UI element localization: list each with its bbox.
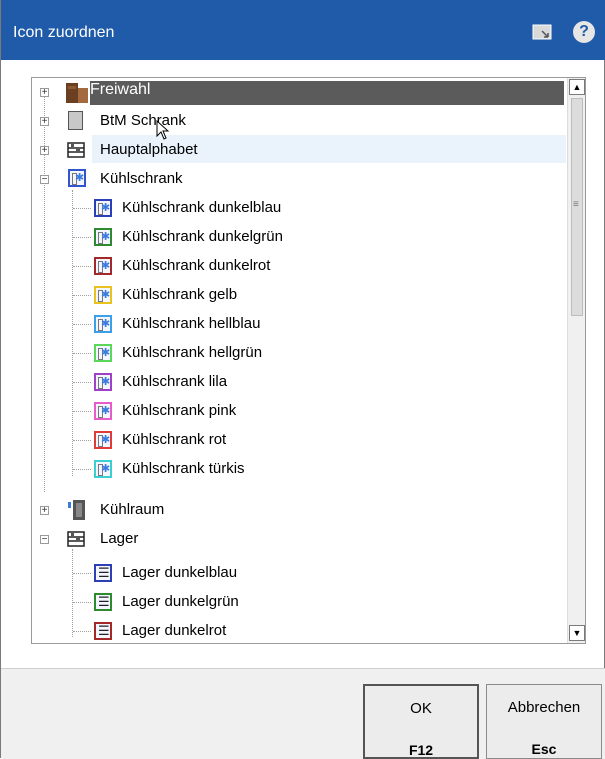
tree-item-label: Hauptalphabet — [100, 141, 198, 158]
tree-item-label: Kühlschrank türkis — [122, 460, 245, 477]
icon-tree-panel: Freiwahl + + BtM Schrank + Hauptalphabet… — [31, 77, 586, 644]
collapse-icon[interactable]: − — [40, 535, 49, 545]
mouse-cursor-icon — [156, 119, 170, 145]
tree-item-child[interactable]: Kühlschrank hellblau — [32, 310, 567, 338]
tree-item-label: Kühlschrank lila — [122, 373, 228, 390]
tree-line — [73, 324, 91, 325]
tree-item-child[interactable]: Kühlschrank dunkelgrün — [32, 223, 567, 251]
tree-item-label: Lager dunkelgrün — [122, 593, 239, 610]
fridge-icon — [68, 169, 86, 187]
tree-item-child[interactable]: Kühlschrank lila — [32, 368, 567, 396]
scroll-up-button[interactable]: ▲ — [569, 79, 585, 95]
shelf-icon — [94, 593, 112, 611]
fridge-icon — [94, 344, 112, 362]
scroll-thumb[interactable]: ≡ — [571, 98, 583, 316]
tree-item-label: Kühlschrank — [100, 170, 183, 187]
cancel-button-label: Abbrechen — [507, 699, 581, 716]
icon-tree: Freiwahl + + BtM Schrank + Hauptalphabet… — [32, 78, 567, 643]
tree-item-child[interactable]: Lager dunkelblau — [32, 559, 567, 587]
expand-icon[interactable]: + — [40, 88, 49, 98]
tree-item-child[interactable]: Lager dunkelgrün — [32, 588, 567, 616]
ok-button[interactable]: OK F12 — [363, 684, 479, 759]
fridge-icon — [94, 431, 112, 449]
title-bar: Icon zuordnen ? — [1, 0, 605, 60]
shelf-icon — [67, 530, 85, 548]
restore-icon[interactable] — [532, 22, 554, 42]
shelf-icon — [67, 141, 85, 159]
tree-line — [73, 295, 91, 296]
tree-line — [73, 353, 91, 354]
btm-cabinet-icon — [68, 111, 83, 130]
fridge-icon — [94, 228, 112, 246]
tree-line — [73, 631, 91, 632]
expand-icon[interactable]: + — [40, 117, 49, 127]
tree-item-label: Freiwahl — [90, 81, 151, 98]
tree-item-freiwahl[interactable]: Freiwahl — [90, 81, 564, 105]
vertical-scrollbar[interactable]: ▲ ≡ ▼ — [567, 78, 585, 643]
tree-item-child[interactable]: Lager dunkelrot — [32, 617, 567, 643]
tree-item-label: Kühlschrank pink — [122, 402, 237, 419]
expand-icon[interactable]: + — [40, 506, 49, 516]
tree-item-label: Lager dunkelrot — [122, 622, 227, 639]
tree-item-child[interactable]: Kühlschrank hellgrün — [32, 339, 567, 367]
tree-item-child[interactable]: Kühlschrank dunkelrot — [32, 252, 567, 280]
tree-item-kuehlschrank[interactable]: − Kühlschrank — [32, 165, 567, 193]
tree-line — [73, 440, 91, 441]
tree-item-label: Kühlschrank gelb — [122, 286, 238, 303]
dialog-window: Icon zuordnen ? Freiwahl + + BtM Schrank… — [0, 0, 605, 759]
fridge-icon — [94, 315, 112, 333]
shelf-icon — [94, 564, 112, 582]
fridge-icon — [94, 257, 112, 275]
tree-line — [73, 602, 91, 603]
cold-room-icon — [68, 500, 86, 525]
fridge-icon — [94, 199, 112, 217]
cancel-button-shortcut: Esc — [531, 741, 557, 757]
fridge-icon — [94, 402, 112, 420]
tree-item-label: Kühlschrank dunkelrot — [122, 257, 271, 274]
ok-button-shortcut: F12 — [408, 742, 434, 758]
tree-item-label: Kühlschrank dunkelblau — [122, 199, 282, 216]
ok-button-label: OK — [410, 700, 432, 717]
tree-item-kuehlraum[interactable]: + Kühlraum — [32, 496, 567, 524]
grip-icon: ≡ — [573, 199, 579, 210]
tree-line — [73, 469, 91, 470]
freiwahl-icon — [66, 83, 88, 103]
tree-item-label: Kühlraum — [100, 501, 165, 518]
tree-line — [73, 382, 91, 383]
cancel-button[interactable]: Abbrechen Esc — [486, 684, 602, 759]
tree-item-label: Lager dunkelblau — [122, 564, 238, 581]
tree-item-child[interactable]: Kühlschrank dunkelblau — [32, 194, 567, 222]
tree-item-label: Lager — [100, 530, 139, 547]
fridge-icon — [94, 460, 112, 478]
scroll-down-button[interactable]: ▼ — [569, 625, 585, 641]
tree-line — [73, 573, 91, 574]
tree-item-child[interactable]: Kühlschrank rot — [32, 426, 567, 454]
tree-line — [73, 411, 91, 412]
tree-item-child[interactable]: Kühlschrank pink — [32, 397, 567, 425]
tree-item-lager[interactable]: − Lager — [32, 525, 567, 553]
tree-item-label: Kühlschrank rot — [122, 431, 227, 448]
tree-line — [73, 208, 91, 209]
collapse-icon[interactable]: − — [40, 175, 49, 185]
tree-item-hauptalphabet[interactable]: + Hauptalphabet — [32, 119, 567, 164]
tree-item-label: Kühlschrank hellblau — [122, 315, 261, 332]
fridge-icon — [94, 373, 112, 391]
help-icon[interactable]: ? — [573, 21, 595, 43]
tree-item-btm-schrank[interactable]: + BtM Schrank — [32, 107, 567, 135]
tree-line — [73, 266, 91, 267]
tree-item-child[interactable]: Kühlschrank gelb — [32, 281, 567, 309]
tree-item-label: Kühlschrank dunkelgrün — [122, 228, 283, 245]
tree-item-child[interactable]: Kühlschrank türkis — [32, 455, 567, 483]
shelf-icon — [94, 622, 112, 640]
tree-line — [73, 237, 91, 238]
expand-icon[interactable]: + — [40, 146, 49, 156]
window-title: Icon zuordnen — [13, 24, 115, 41]
button-bar: OK F12 Abbrechen Esc — [1, 668, 605, 759]
fridge-icon — [94, 286, 112, 304]
tree-item-label: BtM Schrank — [100, 112, 186, 129]
tree-item-label: Kühlschrank hellgrün — [122, 344, 263, 361]
